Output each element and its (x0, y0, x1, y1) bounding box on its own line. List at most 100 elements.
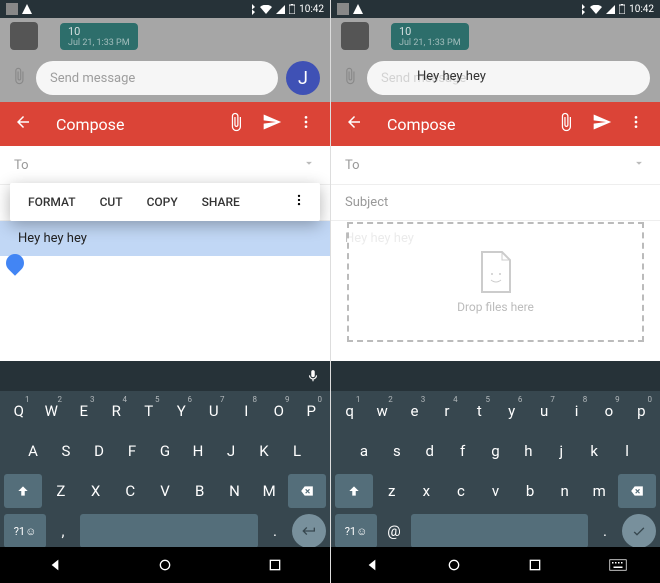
key-s[interactable]: S (51, 434, 81, 468)
menu-more-icon[interactable] (284, 193, 314, 211)
key-space[interactable] (80, 514, 258, 548)
key-y[interactable]: 6Y (167, 394, 197, 428)
key-a[interactable]: A (18, 434, 48, 468)
key-v[interactable]: v (480, 474, 512, 508)
key-u[interactable]: 7u (529, 394, 558, 428)
key-j[interactable]: J (216, 434, 246, 468)
key-g[interactable]: G (150, 434, 180, 468)
key-e[interactable]: 3e (400, 394, 429, 428)
nav-back-icon[interactable] (47, 557, 63, 573)
key-at[interactable]: @ (380, 514, 408, 548)
key-r[interactable]: 4r (432, 394, 461, 428)
subject-field[interactable]: S FORMAT CUT COPY SHARE (0, 185, 330, 221)
key-w[interactable]: 2W (37, 394, 67, 428)
key-period[interactable]: . (591, 514, 619, 548)
key-r[interactable]: 4R (102, 394, 132, 428)
nav-back-icon[interactable] (364, 557, 380, 573)
key-backspace[interactable] (618, 474, 656, 508)
overflow-button[interactable] (620, 114, 652, 134)
nav-home-icon[interactable] (157, 557, 173, 573)
key-g[interactable]: g (481, 434, 511, 468)
key-comma[interactable]: , (49, 514, 77, 548)
key-i[interactable]: 8i (562, 394, 591, 428)
to-field[interactable]: To (331, 146, 660, 185)
recipient-avatar[interactable]: J (286, 61, 320, 95)
key-u[interactable]: 7U (199, 394, 229, 428)
key-q[interactable]: 1q (335, 394, 364, 428)
key-v[interactable]: V (149, 474, 181, 508)
key-period[interactable]: . (261, 514, 289, 548)
key-k[interactable]: K (249, 434, 279, 468)
key-t[interactable]: 5t (465, 394, 494, 428)
key-symbols[interactable]: ?1☺ (4, 514, 46, 548)
nav-keyboard-icon[interactable] (609, 559, 627, 571)
key-o[interactable]: 9O (264, 394, 294, 428)
key-done[interactable] (622, 514, 656, 548)
key-h[interactable]: h (513, 434, 543, 468)
expand-recipients-icon[interactable] (302, 156, 316, 174)
attach-button[interactable] (548, 112, 584, 136)
key-o[interactable]: 9o (594, 394, 623, 428)
message-input[interactable]: Send message Hey hey hey (367, 61, 650, 95)
key-z[interactable]: z (376, 474, 408, 508)
key-w[interactable]: 2w (367, 394, 396, 428)
key-m[interactable]: m (583, 474, 615, 508)
overflow-button[interactable] (290, 114, 322, 134)
back-button[interactable] (8, 107, 38, 141)
key-p[interactable]: 0p (627, 394, 656, 428)
nav-home-icon[interactable] (446, 557, 462, 573)
send-button[interactable] (254, 112, 290, 136)
menu-cut[interactable]: CUT (88, 195, 135, 209)
subject-field[interactable]: Subject (331, 185, 660, 221)
key-m[interactable]: M (253, 474, 285, 508)
message-input[interactable]: Send message (36, 61, 278, 95)
key-shift[interactable] (4, 474, 42, 508)
key-b[interactable]: b (514, 474, 546, 508)
key-s[interactable]: s (382, 434, 412, 468)
menu-share[interactable]: SHARE (190, 195, 252, 209)
key-enter[interactable] (292, 514, 326, 548)
attach-button[interactable] (218, 112, 254, 136)
key-e[interactable]: 3E (69, 394, 99, 428)
key-l[interactable]: l (612, 434, 642, 468)
key-symbols[interactable]: ?1☺ (335, 514, 377, 548)
key-q[interactable]: 1Q (4, 394, 34, 428)
key-c[interactable]: c (445, 474, 477, 508)
key-h[interactable]: H (183, 434, 213, 468)
key-b[interactable]: B (184, 474, 216, 508)
key-f[interactable]: F (117, 434, 147, 468)
key-i[interactable]: 8I (232, 394, 262, 428)
nav-recent-icon[interactable] (527, 557, 543, 573)
to-field[interactable]: To (0, 146, 330, 185)
key-j[interactable]: j (546, 434, 576, 468)
menu-copy[interactable]: COPY (135, 195, 190, 209)
menu-format[interactable]: FORMAT (16, 195, 88, 209)
key-t[interactable]: 5T (134, 394, 164, 428)
key-l[interactable]: L (282, 434, 312, 468)
key-y[interactable]: 6y (497, 394, 526, 428)
mic-icon[interactable] (306, 369, 320, 383)
attach-icon[interactable] (341, 67, 359, 89)
key-x[interactable]: x (411, 474, 443, 508)
key-shift[interactable] (335, 474, 373, 508)
key-p[interactable]: 0P (297, 394, 327, 428)
back-button[interactable] (339, 107, 369, 141)
key-n[interactable]: N (219, 474, 251, 508)
key-d[interactable]: d (415, 434, 445, 468)
key-f[interactable]: f (448, 434, 478, 468)
key-d[interactable]: D (84, 434, 114, 468)
nav-recent-icon[interactable] (267, 557, 283, 573)
send-button[interactable] (584, 112, 620, 136)
key-z[interactable]: Z (45, 474, 77, 508)
compose-body[interactable]: Hey hey hey (0, 221, 330, 256)
key-k[interactable]: k (579, 434, 609, 468)
key-c[interactable]: C (114, 474, 146, 508)
attach-icon[interactable] (10, 67, 28, 89)
key-a[interactable]: a (349, 434, 379, 468)
selected-text[interactable]: Hey hey hey (14, 229, 91, 248)
expand-recipients-icon[interactable] (632, 156, 646, 174)
key-space[interactable] (411, 514, 588, 548)
drop-zone[interactable]: Drop files here (347, 222, 644, 342)
key-x[interactable]: X (80, 474, 112, 508)
key-n[interactable]: n (549, 474, 581, 508)
